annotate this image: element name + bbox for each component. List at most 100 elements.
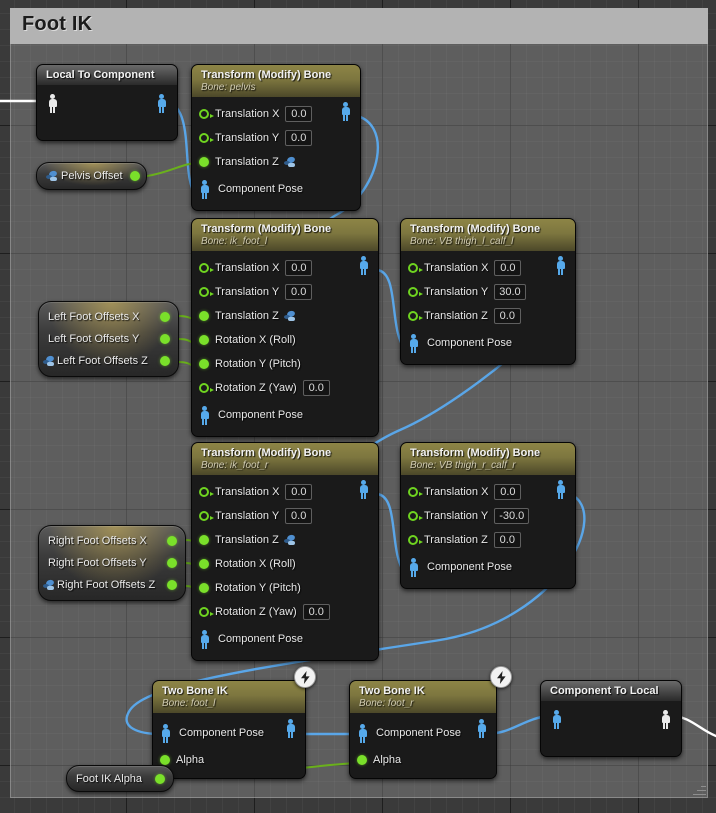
pin-component-pose-in[interactable] xyxy=(408,333,419,353)
comment-resize-handle[interactable] xyxy=(692,782,706,796)
pin-rotation-y[interactable] xyxy=(199,583,209,593)
pin-component-pose-out[interactable] xyxy=(555,256,566,275)
variable-node-right-foot-offsets[interactable]: Right Foot Offsets X Right Foot Offsets … xyxy=(38,525,186,601)
pin-component-pose-out[interactable] xyxy=(340,102,351,121)
value-translation-x[interactable]: 0.0 xyxy=(494,260,522,276)
node-two-bone-ik-foot-l[interactable]: Two Bone IK Bone: foot_l Component Pose … xyxy=(152,680,306,779)
pin-row-rotation-x[interactable]: Rotation X (Roll) xyxy=(192,328,378,352)
pin-row-translation-x[interactable]: Translation X 0.0 xyxy=(401,256,575,280)
pin-right-foot-offsets-z[interactable] xyxy=(167,580,177,590)
pin-rotation-x[interactable] xyxy=(199,559,209,569)
variable-pin-row[interactable]: Right Foot Offsets X xyxy=(39,530,185,552)
pin-translation-x[interactable] xyxy=(199,109,214,119)
pin-row-translation-x[interactable]: Translation X 0.0 xyxy=(401,480,575,504)
variable-pin-row[interactable]: Left Foot Offsets Z xyxy=(39,350,178,372)
value-rotation-z[interactable]: 0.0 xyxy=(302,604,330,620)
pin-translation-x[interactable] xyxy=(408,263,423,273)
variable-pin-row[interactable]: Foot IK Alpha xyxy=(67,769,173,788)
pin-rotation-z[interactable] xyxy=(199,607,214,617)
value-translation-z[interactable]: 0.0 xyxy=(493,308,521,324)
node-header[interactable]: Transform (Modify) Bone Bone: pelvis xyxy=(192,65,360,97)
node-transform-modify-bone-vb-thigh-l[interactable]: Transform (Modify) Bone Bone: VB thigh_l… xyxy=(400,218,576,365)
pin-component-pose-in[interactable] xyxy=(357,723,368,743)
pin-row-component-pose[interactable]: Component Pose xyxy=(350,718,496,748)
pin-row-component-pose[interactable]: Component Pose xyxy=(192,400,378,430)
node-header[interactable]: Transform (Modify) Bone Bone: VB thigh_l… xyxy=(401,219,575,251)
value-translation-y[interactable]: 0.0 xyxy=(285,284,313,300)
value-translation-z[interactable]: 0.0 xyxy=(493,532,521,548)
pin-component-pose-out[interactable] xyxy=(358,256,369,275)
pin-row-component-pose[interactable]: Component Pose xyxy=(401,328,575,358)
pin-component-pose-out[interactable] xyxy=(358,480,369,499)
pin-left-foot-offsets-y[interactable] xyxy=(160,334,170,344)
value-translation-y[interactable]: 30.0 xyxy=(494,284,526,300)
pin-translation-x[interactable] xyxy=(199,263,214,273)
pin-alpha[interactable] xyxy=(160,755,170,765)
pin-component-pose-in[interactable] xyxy=(551,710,562,729)
pin-foot-ik-alpha-out[interactable] xyxy=(155,773,165,784)
node-component-to-local[interactable]: Component To Local xyxy=(540,680,682,757)
node-header[interactable]: Transform (Modify) Bone Bone: ik_foot_r xyxy=(192,443,378,475)
variable-pin-row[interactable]: Right Foot Offsets Z xyxy=(39,574,185,596)
pin-left-foot-offsets-z[interactable] xyxy=(160,356,170,366)
pin-left-foot-offsets-x[interactable] xyxy=(160,312,170,322)
pin-translation-z[interactable] xyxy=(199,535,209,545)
pin-rotation-y[interactable] xyxy=(199,359,209,369)
pin-translation-x[interactable] xyxy=(408,487,423,497)
node-local-to-component[interactable]: Local To Component xyxy=(36,64,178,141)
pin-component-pose-in[interactable] xyxy=(408,557,419,577)
variable-pin-row[interactable]: Right Foot Offsets Y xyxy=(39,552,185,574)
comment-box-titlebar[interactable] xyxy=(10,8,708,44)
pin-row-rotation-z[interactable]: Rotation Z (Yaw) 0.0 xyxy=(192,376,378,400)
node-header[interactable]: Transform (Modify) Bone Bone: ik_foot_l xyxy=(192,219,378,251)
pin-translation-y[interactable] xyxy=(199,511,214,521)
pin-row-component-pose[interactable]: Component Pose xyxy=(192,174,360,204)
pin-row-translation-x[interactable]: Translation X 0.0 xyxy=(192,480,378,504)
pin-row-alpha[interactable]: Alpha xyxy=(350,748,496,772)
pin-row-translation-z[interactable]: Translation Z xyxy=(192,304,378,328)
value-translation-x[interactable]: 0.0 xyxy=(494,484,522,500)
pin-translation-y[interactable] xyxy=(199,133,214,143)
pin-component-pose-out[interactable] xyxy=(156,94,167,113)
pin-row-alpha[interactable]: Alpha xyxy=(153,748,305,772)
node-header[interactable]: Two Bone IK Bone: foot_l xyxy=(153,681,305,713)
value-translation-x[interactable]: 0.0 xyxy=(285,484,313,500)
node-transform-modify-bone-ik-foot-r[interactable]: Transform (Modify) Bone Bone: ik_foot_r … xyxy=(191,442,379,661)
value-rotation-z[interactable]: 0.0 xyxy=(302,380,330,396)
pin-component-pose-out[interactable] xyxy=(555,480,566,499)
variable-node-pelvis-offset[interactable]: Pelvis Offset xyxy=(36,162,147,190)
value-translation-y[interactable]: -30.0 xyxy=(494,508,530,524)
pin-alpha[interactable] xyxy=(357,755,367,765)
pin-row-component-pose[interactable]: Component Pose xyxy=(192,624,378,654)
pin-local-pose-out[interactable] xyxy=(660,710,671,729)
pin-translation-y[interactable] xyxy=(408,287,423,297)
pin-row-rotation-y[interactable]: Rotation Y (Pitch) xyxy=(192,576,378,600)
node-header[interactable]: Transform (Modify) Bone Bone: VB thigh_r… xyxy=(401,443,575,475)
pin-component-pose-in[interactable] xyxy=(199,405,210,425)
pin-row-rotation-y[interactable]: Rotation Y (Pitch) xyxy=(192,352,378,376)
pin-row-translation-z[interactable]: Translation Z 0.0 xyxy=(401,528,575,552)
variable-node-left-foot-offsets[interactable]: Left Foot Offsets X Left Foot Offsets Y … xyxy=(38,301,179,377)
pin-local-pose-in[interactable] xyxy=(47,94,58,113)
pin-component-pose-in[interactable] xyxy=(199,179,210,199)
pin-component-pose-in[interactable] xyxy=(160,723,171,743)
pin-rotation-x[interactable] xyxy=(199,335,209,345)
node-header[interactable]: Two Bone IK Bone: foot_r xyxy=(350,681,496,713)
pin-right-foot-offsets-y[interactable] xyxy=(167,558,177,568)
pin-row-component-pose[interactable]: Component Pose xyxy=(153,718,305,748)
anim-graph-canvas[interactable]: Foot IK Local To Component Transform (Mo… xyxy=(0,0,716,813)
pin-component-pose-out[interactable] xyxy=(476,719,487,738)
pin-row-component-pose[interactable]: Component Pose xyxy=(401,552,575,582)
pin-row-translation-y[interactable]: Translation Y 30.0 xyxy=(401,280,575,304)
node-header[interactable]: Component To Local xyxy=(541,681,681,701)
variable-pin-row[interactable]: Left Foot Offsets Y xyxy=(39,328,178,350)
value-translation-y[interactable]: 0.0 xyxy=(285,130,313,146)
node-header[interactable]: Local To Component xyxy=(37,65,177,85)
value-translation-x[interactable]: 0.0 xyxy=(285,106,313,122)
pin-right-foot-offsets-x[interactable] xyxy=(167,536,177,546)
node-two-bone-ik-foot-r[interactable]: Two Bone IK Bone: foot_r Component Pose … xyxy=(349,680,497,779)
variable-pin-row[interactable]: Pelvis Offset xyxy=(37,166,146,186)
node-transform-modify-bone-pelvis[interactable]: Transform (Modify) Bone Bone: pelvis Tra… xyxy=(191,64,361,211)
pin-row-rotation-x[interactable]: Rotation X (Roll) xyxy=(192,552,378,576)
pin-translation-y[interactable] xyxy=(408,511,423,521)
